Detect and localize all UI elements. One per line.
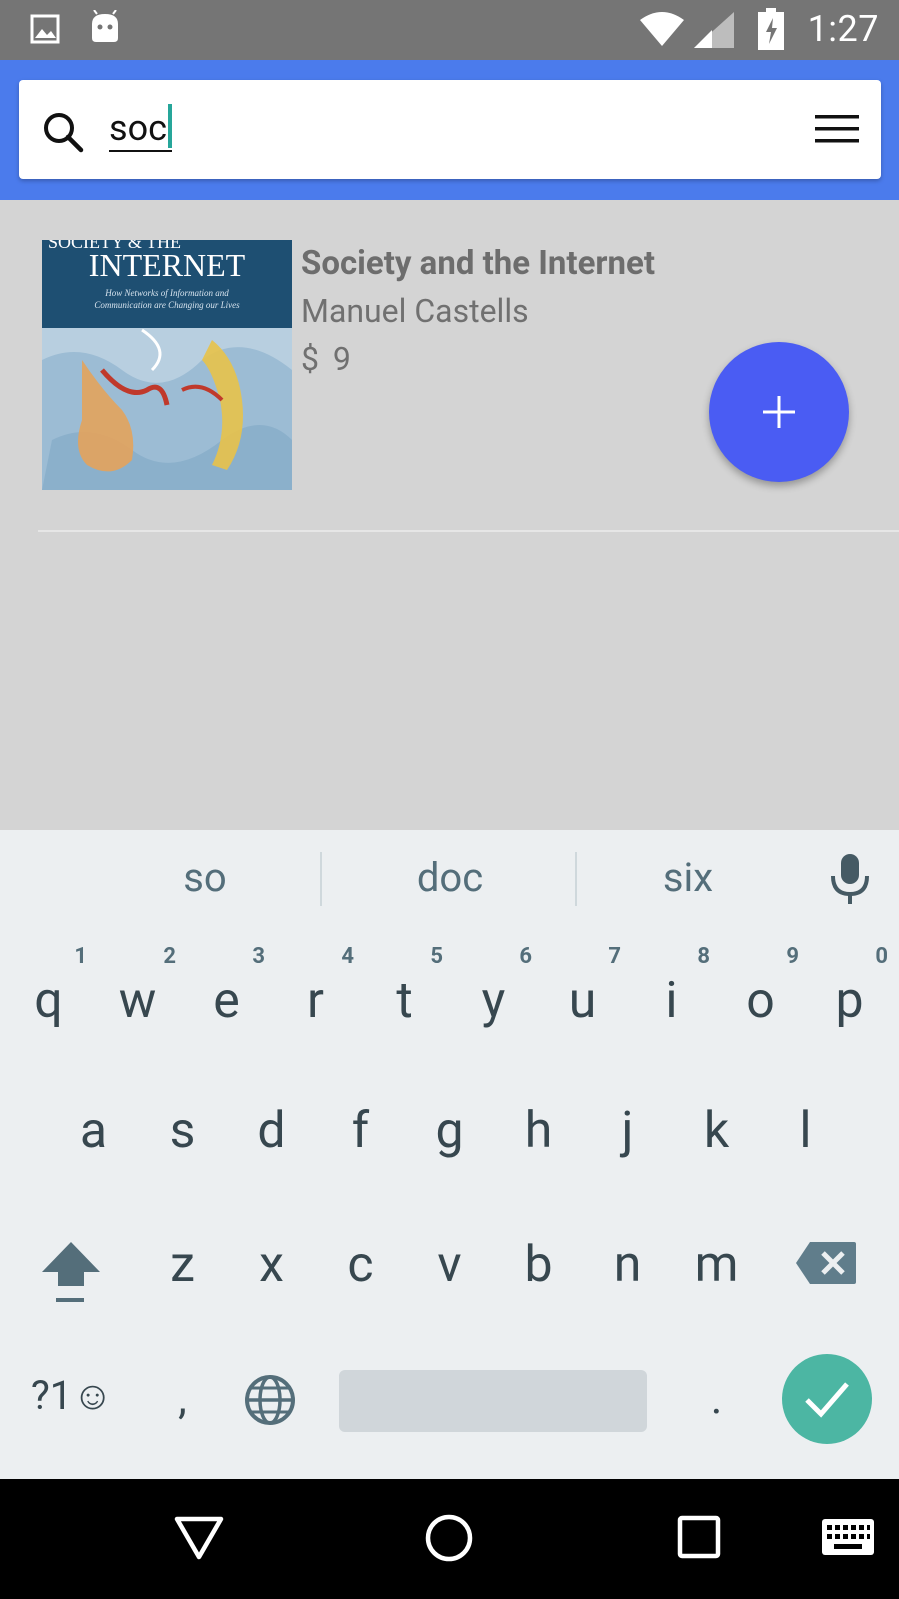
key-f[interactable]: f (316, 1106, 405, 1156)
key-w[interactable]: w2 (93, 946, 182, 1027)
globe-icon[interactable] (244, 1374, 296, 1426)
suggestion-strip: so doc six (0, 830, 899, 928)
key-h[interactable]: h (494, 1106, 583, 1156)
menu-icon[interactable] (815, 112, 859, 146)
enter-button[interactable] (782, 1354, 872, 1444)
key-z[interactable]: z (138, 1240, 227, 1290)
symbols-key[interactable]: ?1☺ (22, 1376, 122, 1416)
key-l[interactable]: l (761, 1106, 850, 1156)
checkmark-icon (805, 1382, 849, 1418)
android-icon (92, 10, 118, 42)
key-c[interactable]: c (316, 1240, 405, 1290)
key-k[interactable]: k (672, 1106, 761, 1156)
app-bar: soc (0, 60, 899, 200)
svg-text:How Networks of Information an: How Networks of Information and (104, 288, 229, 298)
book-price: $ 9 (301, 340, 351, 378)
cover-title: INTERNET (89, 247, 246, 283)
svg-text:Communication are Changing our: Communication are Changing our Lives (94, 300, 240, 310)
key-r[interactable]: r4 (271, 946, 360, 1027)
home-icon[interactable] (424, 1513, 474, 1563)
keyboard-icon[interactable] (822, 1519, 874, 1555)
book-author: Manuel Castells (301, 292, 529, 330)
search-icon[interactable] (41, 110, 85, 154)
recents-icon[interactable] (677, 1515, 721, 1559)
list-item[interactable]: SOCIETY & THE INTERNET How Networks of I… (0, 200, 899, 530)
image-icon (30, 14, 60, 44)
key-i[interactable]: i8 (627, 946, 716, 1027)
keyboard: q1 w2 e3 r4 t5 y6 u7 i8 o9 p0 a s d f g … (0, 928, 899, 1479)
key-g[interactable]: g (405, 1106, 494, 1156)
period-key[interactable]: . (672, 1376, 761, 1420)
suggestion-separator (320, 852, 322, 906)
results-list: SOCIETY & THE INTERNET How Networks of I… (0, 200, 899, 830)
wifi-icon (640, 12, 684, 46)
book-title: Society and the Internet (301, 244, 655, 283)
plus-icon (763, 396, 795, 428)
battery-charging-icon (758, 8, 784, 50)
comma-key[interactable]: , (138, 1376, 227, 1420)
add-button[interactable] (709, 342, 849, 482)
back-icon[interactable] (174, 1515, 224, 1561)
signal-icon (694, 12, 734, 48)
text-caret (167, 104, 172, 148)
suggestion-separator (575, 852, 577, 906)
key-b[interactable]: b (494, 1240, 583, 1290)
key-e[interactable]: e3 (182, 946, 271, 1027)
key-t[interactable]: t5 (360, 946, 449, 1027)
shift-icon[interactable] (40, 1240, 102, 1306)
key-d[interactable]: d (227, 1106, 316, 1156)
key-n[interactable]: n (583, 1240, 672, 1290)
key-m[interactable]: m (672, 1240, 761, 1290)
key-u[interactable]: u7 (538, 946, 627, 1027)
key-p[interactable]: p0 (805, 946, 894, 1027)
backspace-icon[interactable] (796, 1240, 858, 1286)
suggestion-2[interactable]: doc (385, 854, 515, 901)
key-x[interactable]: x (227, 1240, 316, 1290)
status-time: 1:27 (807, 8, 879, 50)
search-bar[interactable]: soc (19, 80, 881, 179)
key-j[interactable]: j (583, 1106, 672, 1156)
search-input[interactable]: soc (109, 104, 172, 153)
suggestion-1[interactable]: so (140, 854, 270, 901)
key-s[interactable]: s (138, 1106, 227, 1156)
microphone-icon[interactable] (828, 852, 872, 906)
book-cover-image: SOCIETY & THE INTERNET How Networks of I… (42, 240, 292, 490)
suggestion-3[interactable]: six (623, 854, 753, 901)
key-q[interactable]: q1 (4, 946, 93, 1027)
key-a[interactable]: a (49, 1106, 138, 1156)
list-divider (38, 530, 899, 532)
key-v[interactable]: v (405, 1240, 494, 1290)
status-bar: 1:27 (0, 0, 899, 60)
navigation-bar (0, 1479, 899, 1599)
search-query: soc (109, 107, 167, 149)
key-o[interactable]: o9 (716, 946, 805, 1027)
key-y[interactable]: y6 (449, 946, 538, 1027)
spacebar[interactable] (339, 1370, 647, 1432)
